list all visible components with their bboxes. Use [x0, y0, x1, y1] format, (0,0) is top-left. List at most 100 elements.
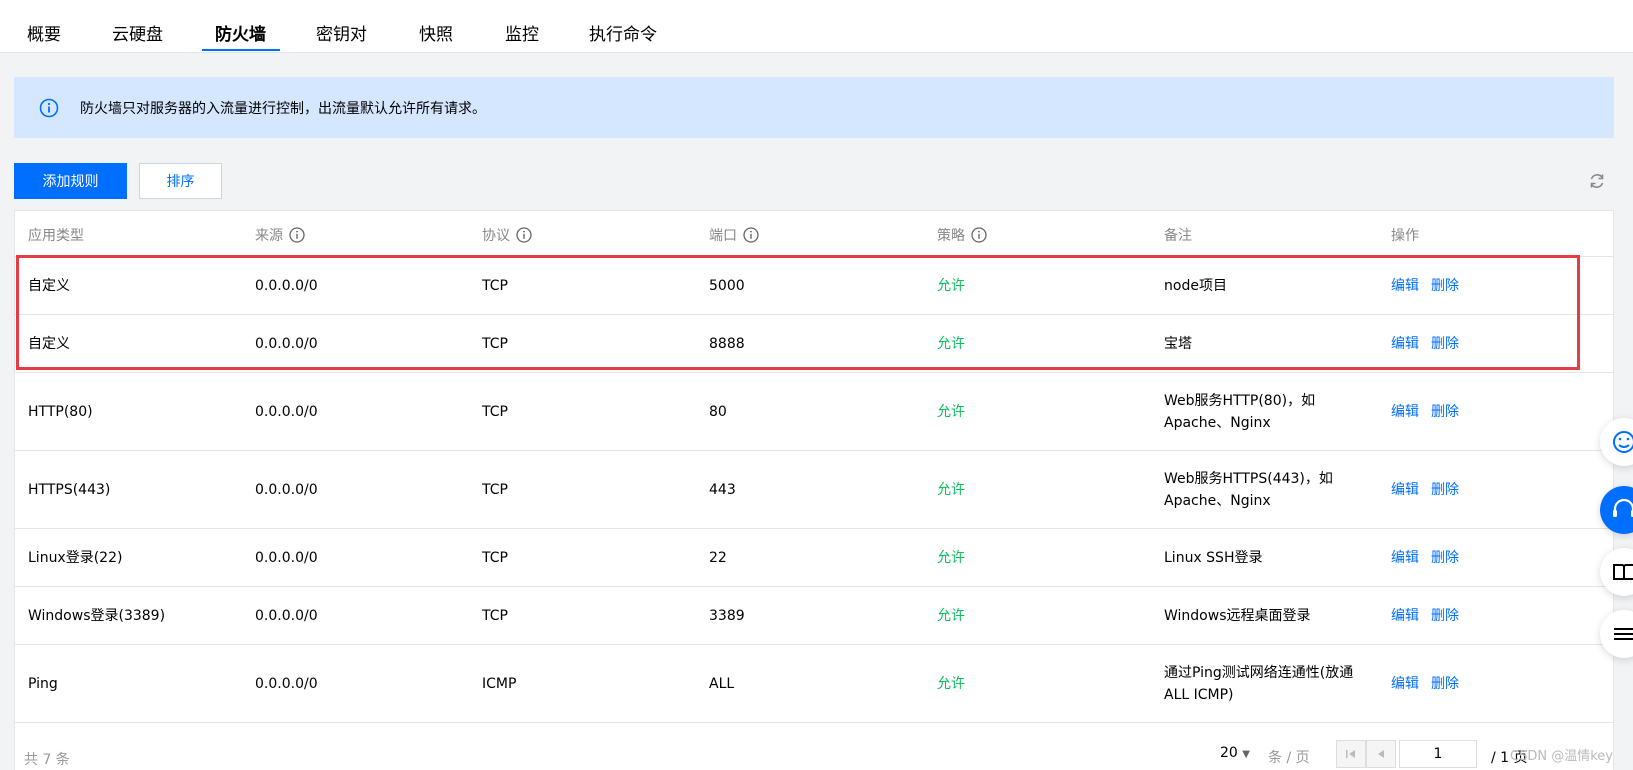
cell-source: 0.0.0.0/0 — [255, 550, 318, 566]
info-notice: 防火墙只对服务器的入流量进行控制，出流量默认允许所有请求。 — [14, 77, 1614, 138]
cell-protocol: ICMP — [482, 676, 517, 692]
cell-port: ALL — [709, 676, 735, 692]
table-bottom-divider — [15, 722, 1613, 723]
edit-link[interactable]: 编辑 — [1391, 401, 1419, 423]
tab-cloud-disk[interactable]: 云硬盘 — [112, 20, 163, 45]
table-row: Windows登录(3389) 0.0.0.0/0 TCP 3389 允许 Wi… — [15, 586, 1613, 644]
cell-policy: 允许 — [937, 608, 965, 624]
cell-port: 5000 — [709, 278, 745, 294]
cell-actions: 编辑 删除 — [1391, 479, 1459, 501]
cell-source: 0.0.0.0/0 — [255, 278, 318, 294]
edit-link[interactable]: 编辑 — [1391, 479, 1419, 501]
refresh-icon[interactable] — [1587, 171, 1607, 191]
cell-app-type: Windows登录(3389) — [28, 608, 166, 624]
table-row: 自定义 0.0.0.0/0 TCP 8888 允许 宝塔 编辑 删除 — [15, 314, 1613, 372]
header-policy: 策略 — [937, 225, 987, 245]
menu-button[interactable] — [1600, 610, 1633, 658]
total-count: 共 7 条 — [24, 752, 70, 768]
first-page-icon — [1346, 750, 1355, 758]
cell-source: 0.0.0.0/0 — [255, 608, 318, 624]
tab-run-command[interactable]: 执行命令 — [589, 20, 657, 45]
edit-link[interactable]: 编辑 — [1391, 605, 1419, 627]
cell-note: Web服务HTTP(80)，如Apache、Nginx — [1164, 393, 1316, 431]
docs-button[interactable] — [1600, 548, 1633, 596]
info-icon[interactable] — [971, 227, 987, 243]
edit-link[interactable]: 编辑 — [1391, 673, 1419, 695]
cell-actions: 编辑 删除 — [1391, 333, 1459, 355]
cell-note: 通过Ping测试网络连通性(放通ALL ICMP) — [1164, 665, 1354, 703]
cell-protocol: TCP — [482, 608, 508, 624]
cell-note: Windows远程桌面登录 — [1164, 608, 1311, 624]
headset-icon — [1613, 498, 1633, 517]
page-size-select[interactable]: 20 ▼ — [1220, 745, 1250, 761]
prev-page-button[interactable] — [1366, 740, 1396, 768]
notice-text: 防火墙只对服务器的入流量进行控制，出流量默认允许所有请求。 — [80, 101, 486, 117]
chevron-left-icon — [1378, 750, 1384, 758]
info-icon[interactable] — [516, 227, 532, 243]
cell-note: Linux SSH登录 — [1164, 550, 1263, 566]
cell-app-type: Linux登录(22) — [28, 550, 123, 566]
header-source: 来源 — [255, 225, 305, 245]
feedback-button[interactable] — [1600, 418, 1633, 466]
first-page-button[interactable] — [1336, 740, 1366, 768]
edit-link[interactable]: 编辑 — [1391, 275, 1419, 297]
cell-port: 80 — [709, 404, 727, 420]
active-tab-indicator — [202, 49, 280, 51]
delete-link[interactable]: 删除 — [1431, 673, 1459, 695]
delete-link[interactable]: 删除 — [1431, 479, 1459, 501]
delete-link[interactable]: 删除 — [1431, 547, 1459, 569]
tab-monitor[interactable]: 监控 — [505, 20, 539, 45]
cell-policy: 允许 — [937, 336, 965, 352]
cell-note: node项目 — [1164, 278, 1227, 294]
table-row: HTTPS(443) 0.0.0.0/0 TCP 443 允许 Web服务HTT… — [15, 450, 1613, 528]
sort-button[interactable]: 排序 — [139, 163, 222, 199]
info-icon[interactable] — [289, 227, 305, 243]
cell-actions: 编辑 删除 — [1391, 401, 1459, 423]
cell-protocol: TCP — [482, 336, 508, 352]
cell-actions: 编辑 删除 — [1391, 547, 1459, 569]
header-port: 端口 — [709, 225, 759, 245]
cell-app-type: 自定义 — [28, 278, 70, 294]
cell-protocol: TCP — [482, 278, 508, 294]
page-number-input[interactable] — [1399, 740, 1477, 768]
table-row: Linux登录(22) 0.0.0.0/0 TCP 22 允许 Linux SS… — [15, 528, 1613, 586]
cell-note: Web服务HTTPS(443)，如Apache、Nginx — [1164, 471, 1333, 509]
customer-service-button[interactable] — [1600, 486, 1633, 534]
edit-link[interactable]: 编辑 — [1391, 547, 1419, 569]
info-icon[interactable] — [743, 227, 759, 243]
info-icon — [39, 98, 59, 118]
cell-app-type: HTTP(80) — [28, 404, 93, 420]
cell-app-type: Ping — [28, 676, 58, 692]
delete-link[interactable]: 删除 — [1431, 275, 1459, 297]
cell-port: 22 — [709, 550, 727, 566]
cell-source: 0.0.0.0/0 — [255, 336, 318, 352]
table-header: 应用类型 来源 协议 端口 策略 备注 操作 — [15, 211, 1613, 256]
header-actions: 操作 — [1391, 228, 1419, 244]
delete-link[interactable]: 删除 — [1431, 401, 1459, 423]
cell-note: 宝塔 — [1164, 336, 1192, 352]
tab-overview[interactable]: 概要 — [27, 20, 61, 45]
edit-link[interactable]: 编辑 — [1391, 333, 1419, 355]
tab-snapshot[interactable]: 快照 — [419, 20, 453, 45]
page-size-value: 20 — [1220, 745, 1238, 761]
watermark: CSDN @温情key — [1510, 749, 1613, 764]
table-row: Ping 0.0.0.0/0 ICMP ALL 允许 通过Ping测试网络连通性… — [15, 644, 1613, 722]
cell-policy: 允许 — [937, 482, 965, 498]
cell-port: 8888 — [709, 336, 745, 352]
cell-source: 0.0.0.0/0 — [255, 482, 318, 498]
delete-link[interactable]: 删除 — [1431, 605, 1459, 627]
tab-key-pair[interactable]: 密钥对 — [316, 20, 367, 45]
delete-link[interactable]: 删除 — [1431, 333, 1459, 355]
cell-actions: 编辑 删除 — [1391, 275, 1459, 297]
cell-protocol: TCP — [482, 482, 508, 498]
list-icon — [1614, 628, 1633, 640]
cell-protocol: TCP — [482, 404, 508, 420]
book-icon — [1613, 564, 1633, 580]
cell-policy: 允许 — [937, 676, 965, 692]
cell-policy: 允许 — [937, 278, 965, 294]
table-row: 自定义 0.0.0.0/0 TCP 5000 允许 node项目 编辑 删除 — [15, 256, 1613, 314]
add-rule-button[interactable]: 添加规则 — [14, 163, 127, 199]
cell-app-type: HTTPS(443) — [28, 482, 111, 498]
smile-icon — [1613, 431, 1633, 453]
tab-firewall[interactable]: 防火墙 — [215, 20, 266, 45]
